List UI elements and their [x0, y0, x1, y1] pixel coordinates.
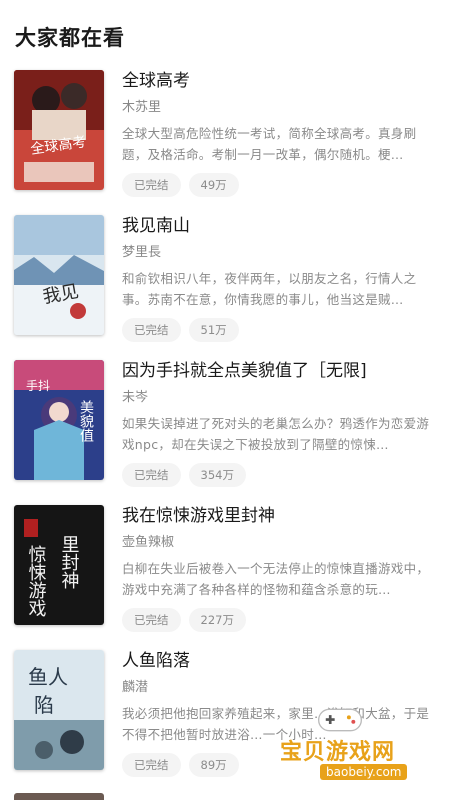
book-description: 全球大型高危险性统一考试，简称全球高考。真身刷题，及格活命。考制一月一改革，偶尔… — [122, 126, 417, 162]
book-cover[interactable]: 全球高考 — [14, 70, 104, 190]
watermark-title: 宝贝游戏网 — [280, 740, 396, 765]
section-title: 大家都在看 — [15, 26, 125, 50]
status-badge: 已完结 — [122, 463, 181, 487]
book-title[interactable]: 因为手抖就全点美貌值了［无限] — [122, 358, 438, 384]
book-author: 梦里長 — [122, 245, 162, 260]
svg-text:里封神: 里封神 — [59, 535, 80, 589]
list-item[interactable]: 全球高考 全球高考 木苏里 全球大型高危险性统一考试，简称全球高考。真身刷题，及… — [0, 68, 450, 213]
book-title[interactable]: 我见南山 — [122, 213, 438, 239]
book-title[interactable]: 人鱼陷落 — [122, 648, 438, 674]
book-cover-image: 我见 — [14, 215, 104, 335]
book-cover[interactable]: 我见 — [14, 215, 104, 335]
list-item[interactable]: 美貌值 手抖 因为手抖就全点美貌值了［无限] 未岑 如果失误掉进了死对头的老巢怎… — [0, 358, 450, 503]
book-author: 未岑 — [122, 390, 149, 405]
status-badge: 已完结 — [122, 173, 181, 197]
svg-text:手抖: 手抖 — [26, 379, 50, 393]
book-author: 壶鱼辣椒 — [122, 535, 175, 550]
word-count-badge: 354万 — [188, 463, 246, 487]
book-cover-image: 鱼人 陷 — [14, 650, 104, 770]
svg-text:陷: 陷 — [34, 693, 54, 717]
book-title[interactable]: … — [122, 790, 242, 800]
watermark-url: baobeiy.com — [320, 764, 408, 780]
word-count-badge: 49万 — [188, 173, 239, 197]
status-badge: 已完结 — [122, 318, 181, 342]
gamepad-icon — [318, 708, 362, 732]
book-author: 麟潜 — [122, 680, 149, 695]
svg-text:鱼人: 鱼人 — [28, 665, 68, 689]
book-list: 全球高考 全球高考 木苏里 全球大型高危险性统一考试，简称全球高考。真身刷题，及… — [0, 68, 450, 793]
book-title[interactable]: 全球高考 — [122, 68, 438, 94]
status-badge: 已完结 — [122, 608, 181, 632]
book-author: 木苏里 — [122, 100, 162, 115]
book-cover[interactable] — [14, 793, 104, 800]
svg-text:惊悚游戏: 惊悚游戏 — [26, 545, 47, 617]
word-count-badge: 51万 — [188, 318, 239, 342]
book-cover[interactable]: 鱼人 陷 — [14, 650, 104, 770]
svg-text:美貌值: 美貌值 — [78, 400, 94, 442]
book-cover-image: 全球高考 — [14, 70, 104, 190]
book-description: 如果失误掉进了死对头的老巢怎么办？鸦透作为恋爱游戏npc，却在失误之下被投放到了… — [122, 416, 430, 452]
status-badge: 已完结 — [122, 753, 181, 777]
book-description: 白柳在失业后被卷入一个无法停止的惊悚直播游戏中，游戏中充满了各种各样的怪物和蕴含… — [122, 561, 430, 597]
list-item[interactable]: 惊悚游戏 里封神 我在惊悚游戏里封神 壶鱼辣椒 白柳在失业后被卷入一个无法停止的… — [0, 503, 450, 648]
watermark: 宝贝游戏网 baobeiy.com — [270, 700, 445, 790]
word-count-badge: 89万 — [188, 753, 239, 777]
book-description: 和俞钦相识八年，夜伴两年，以朋友之名，行情人之事。苏南不在意，你情我愿的事儿，他… — [122, 271, 417, 307]
book-title[interactable]: 我在惊悚游戏里封神 — [122, 503, 438, 529]
book-cover[interactable]: 美貌值 手抖 — [14, 360, 104, 480]
book-cover-image: 美貌值 手抖 — [14, 360, 104, 480]
book-cover-image: 惊悚游戏 里封神 — [14, 505, 104, 625]
list-item[interactable]: 我见 我见南山 梦里長 和俞钦相识八年，夜伴两年，以朋友之名，行情人之事。苏南不… — [0, 213, 450, 358]
word-count-badge: 227万 — [188, 608, 246, 632]
book-cover[interactable]: 惊悚游戏 里封神 — [14, 505, 104, 625]
